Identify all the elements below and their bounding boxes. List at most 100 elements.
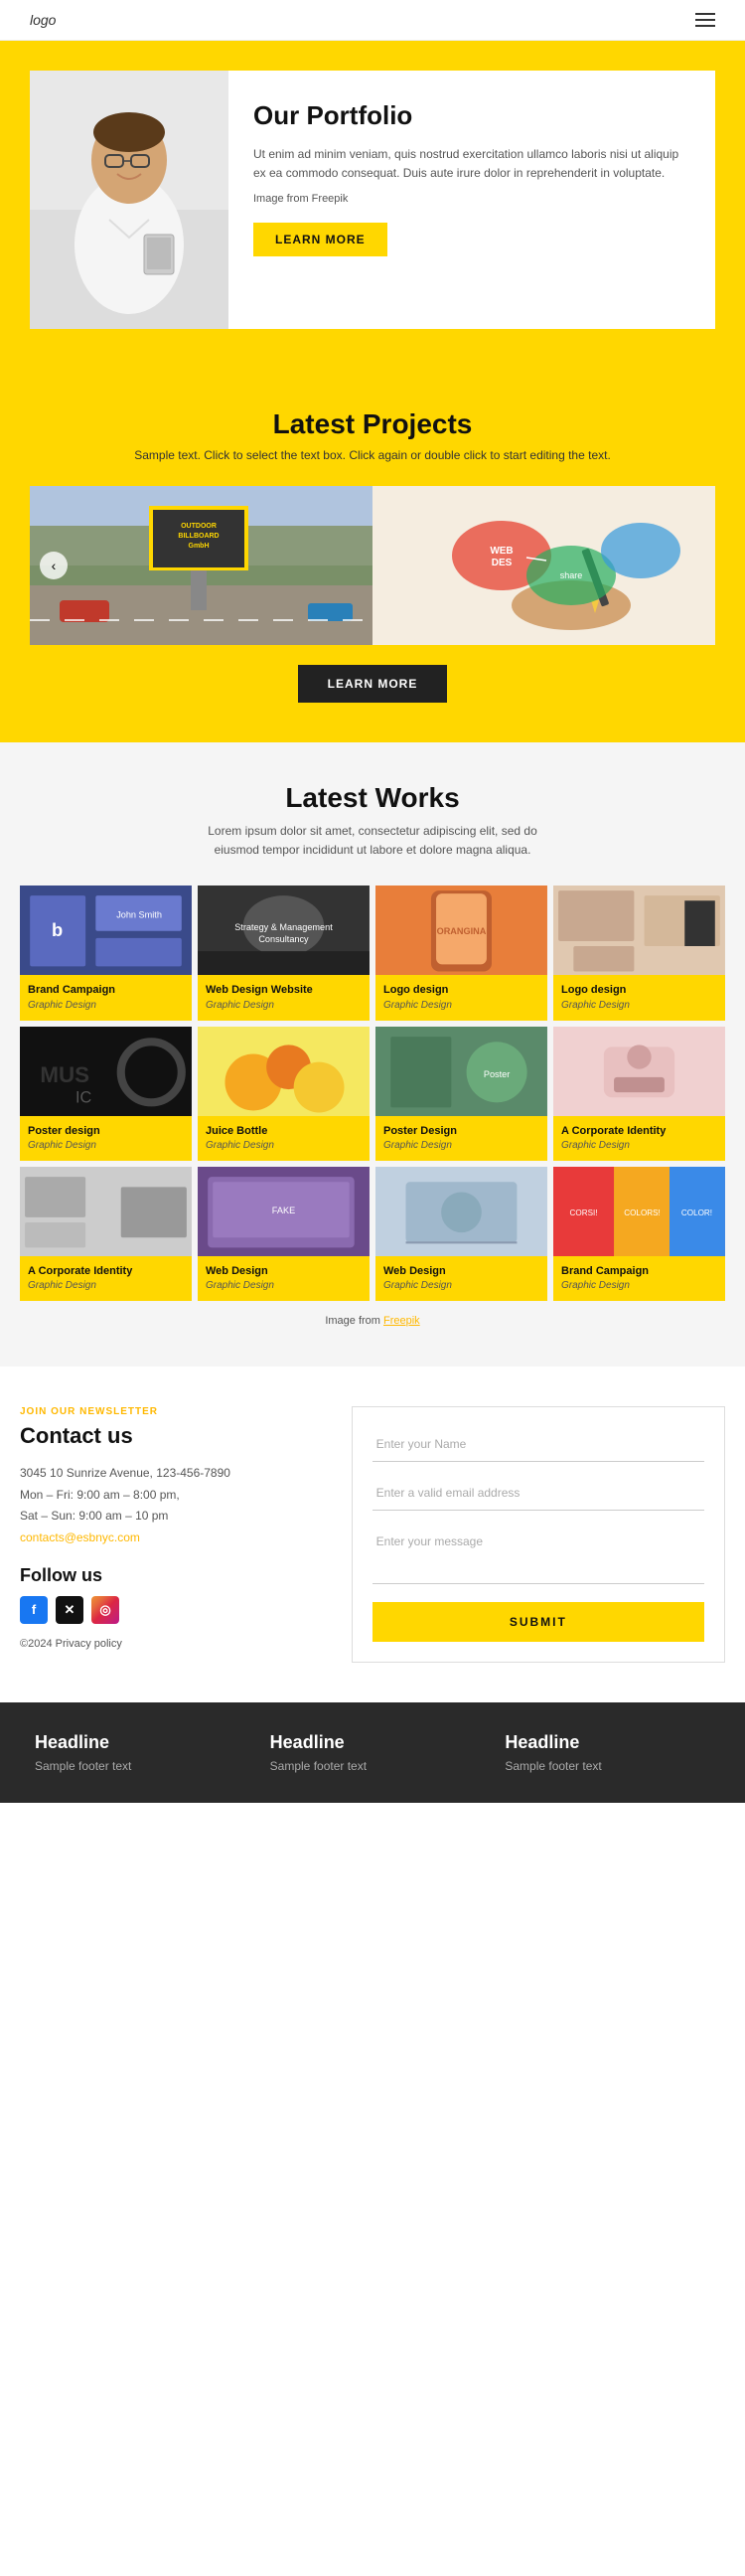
work-title-6: Poster Design — [383, 1124, 539, 1138]
work-thumbnail-11: CORSI! COLORS! COLOR! — [553, 1167, 725, 1256]
work-category-10: Graphic Design — [383, 1280, 539, 1291]
hero-title: Our Portfolio — [253, 100, 690, 131]
svg-text:WEB: WEB — [490, 546, 513, 557]
svg-text:COLOR!: COLOR! — [681, 1208, 712, 1217]
work-item-10[interactable]: Web Design Graphic Design — [375, 1167, 547, 1301]
freepik-link[interactable]: Freepik — [383, 1315, 420, 1327]
footer: Headline Sample footer text Headline Sam… — [0, 1702, 745, 1803]
footer-headline-2: Headline — [505, 1732, 710, 1753]
hero-credit: Image from Freepik — [253, 191, 690, 209]
work-title-11: Brand Campaign — [561, 1264, 717, 1278]
facebook-icon[interactable]: f — [20, 1596, 48, 1624]
work-item-6[interactable]: Poster Poster Design Graphic Design — [375, 1027, 547, 1161]
hero-description: Ut enim ad minim veniam, quis nostrud ex… — [253, 145, 690, 183]
footer-sub-0: Sample footer text — [35, 1759, 240, 1773]
work-item-7[interactable]: A Corporate Identity Graphic Design — [553, 1027, 725, 1161]
work-title-10: Web Design — [383, 1264, 539, 1278]
hero-cta-button[interactable]: LEARN MORE — [253, 223, 387, 256]
svg-text:Consultancy: Consultancy — [258, 934, 309, 944]
svg-text:GmbH: GmbH — [189, 543, 210, 550]
hamburger-menu[interactable] — [695, 13, 715, 27]
svg-text:COLORS!: COLORS! — [624, 1208, 661, 1217]
work-title-5: Juice Bottle — [206, 1124, 362, 1138]
work-thumbnail-6: Poster — [375, 1027, 547, 1116]
work-category-0: Graphic Design — [28, 1000, 184, 1011]
slider-prev-button[interactable]: ‹ — [40, 552, 68, 579]
contact-hours2: Sat – Sun: 9:00 am – 10 pm — [20, 1506, 332, 1528]
work-thumbnail-7 — [553, 1027, 725, 1116]
svg-text:ORANGINA: ORANGINA — [437, 926, 487, 936]
work-thumbnail-3 — [553, 886, 725, 975]
work-category-1: Graphic Design — [206, 1000, 362, 1011]
work-info-10: Web Design Graphic Design — [375, 1256, 547, 1301]
social-icons: f ✕ ◎ — [20, 1596, 332, 1624]
contact-address: 3045 10 Sunrize Avenue, 123-456-7890 — [20, 1463, 332, 1485]
work-thumbnail-1: Strategy & ManagementConsultancy — [198, 886, 370, 975]
work-info-7: A Corporate Identity Graphic Design — [553, 1116, 725, 1161]
work-category-7: Graphic Design — [561, 1140, 717, 1151]
twitter-icon[interactable]: ✕ — [56, 1596, 83, 1624]
work-thumbnail-10 — [375, 1167, 547, 1256]
form-email-input[interactable] — [372, 1476, 704, 1511]
svg-text:John Smith: John Smith — [116, 910, 162, 920]
project-image-1: OUTDOOR BILLBOARD GmbH — [30, 486, 372, 645]
svg-text:FAKE: FAKE — [272, 1206, 295, 1215]
work-title-9: Web Design — [206, 1264, 362, 1278]
header: logo — [0, 0, 745, 41]
projects-subtitle: Sample text. Click to select the text bo… — [30, 448, 715, 462]
svg-text:DES: DES — [492, 558, 513, 568]
work-category-4: Graphic Design — [28, 1140, 184, 1151]
form-message-input[interactable] — [372, 1525, 704, 1584]
projects-cta-button[interactable]: LEARN MORE — [298, 665, 448, 703]
contact-form-panel: SUBMIT — [352, 1406, 725, 1663]
work-item-11[interactable]: CORSI! COLORS! COLOR! Brand Campaign Graph… — [553, 1167, 725, 1301]
work-item-5[interactable]: Juice Bottle Graphic Design — [198, 1027, 370, 1161]
svg-text:CORSI!: CORSI! — [570, 1208, 598, 1217]
work-title-2: Logo design — [383, 983, 539, 997]
footer-headline-1: Headline — [270, 1732, 476, 1753]
footer-headline-0: Headline — [35, 1732, 240, 1753]
work-item-1[interactable]: Strategy & ManagementConsultancy Web Des… — [198, 886, 370, 1020]
contact-email[interactable]: contacts@esbnyc.com — [20, 1530, 140, 1544]
work-item-2[interactable]: ORANGINA Logo design Graphic Design — [375, 886, 547, 1020]
footer-sub-2: Sample footer text — [505, 1759, 710, 1773]
svg-text:share: share — [560, 570, 583, 580]
work-category-6: Graphic Design — [383, 1140, 539, 1151]
work-info-8: A Corporate Identity Graphic Design — [20, 1256, 192, 1301]
work-category-5: Graphic Design — [206, 1140, 362, 1151]
contact-info-panel: JOIN OUR NEWSLETTER Contact us 3045 10 S… — [20, 1406, 332, 1649]
work-info-4: Poster design Graphic Design — [20, 1116, 192, 1161]
work-category-3: Graphic Design — [561, 1000, 717, 1011]
instagram-icon[interactable]: ◎ — [91, 1596, 119, 1624]
work-item-9[interactable]: FAKE Web Design Graphic Design — [198, 1167, 370, 1301]
hero-section: Our Portfolio Ut enim ad minim veniam, q… — [0, 41, 745, 369]
work-thumbnail-5 — [198, 1027, 370, 1116]
work-info-1: Web Design Website Graphic Design — [198, 975, 370, 1020]
work-info-11: Brand Campaign Graphic Design — [553, 1256, 725, 1301]
copyright: ©2024 Privacy policy — [20, 1638, 332, 1650]
svg-text:Poster: Poster — [484, 1069, 510, 1079]
work-item-0[interactable]: bJohn Smith Brand Campaign Graphic Desig… — [20, 886, 192, 1020]
work-item-8[interactable]: A Corporate Identity Graphic Design — [20, 1167, 192, 1301]
work-category-9: Graphic Design — [206, 1280, 362, 1291]
contact-section: JOIN OUR NEWSLETTER Contact us 3045 10 S… — [0, 1367, 745, 1702]
work-info-6: Poster Design Graphic Design — [375, 1116, 547, 1161]
projects-title: Latest Projects — [30, 408, 715, 440]
svg-text:IC: IC — [75, 1088, 92, 1106]
footer-col-1: Headline Sample footer text — [255, 1732, 491, 1773]
form-name-input[interactable] — [372, 1427, 704, 1462]
work-title-8: A Corporate Identity — [28, 1264, 184, 1278]
work-title-7: A Corporate Identity — [561, 1124, 717, 1138]
hero-person-image — [30, 71, 228, 329]
work-item-3[interactable]: Logo design Graphic Design — [553, 886, 725, 1020]
work-thumbnail-0: bJohn Smith — [20, 886, 192, 975]
form-submit-button[interactable]: SUBMIT — [372, 1602, 704, 1642]
work-thumbnail-9: FAKE — [198, 1167, 370, 1256]
contact-form-card: SUBMIT — [352, 1406, 725, 1663]
work-title-0: Brand Campaign — [28, 983, 184, 997]
work-thumbnail-2: ORANGINA — [375, 886, 547, 975]
work-category-8: Graphic Design — [28, 1280, 184, 1291]
work-item-4[interactable]: MUSIC Poster design Graphic Design — [20, 1027, 192, 1161]
follow-title: Follow us — [20, 1565, 332, 1586]
work-category-11: Graphic Design — [561, 1280, 717, 1291]
